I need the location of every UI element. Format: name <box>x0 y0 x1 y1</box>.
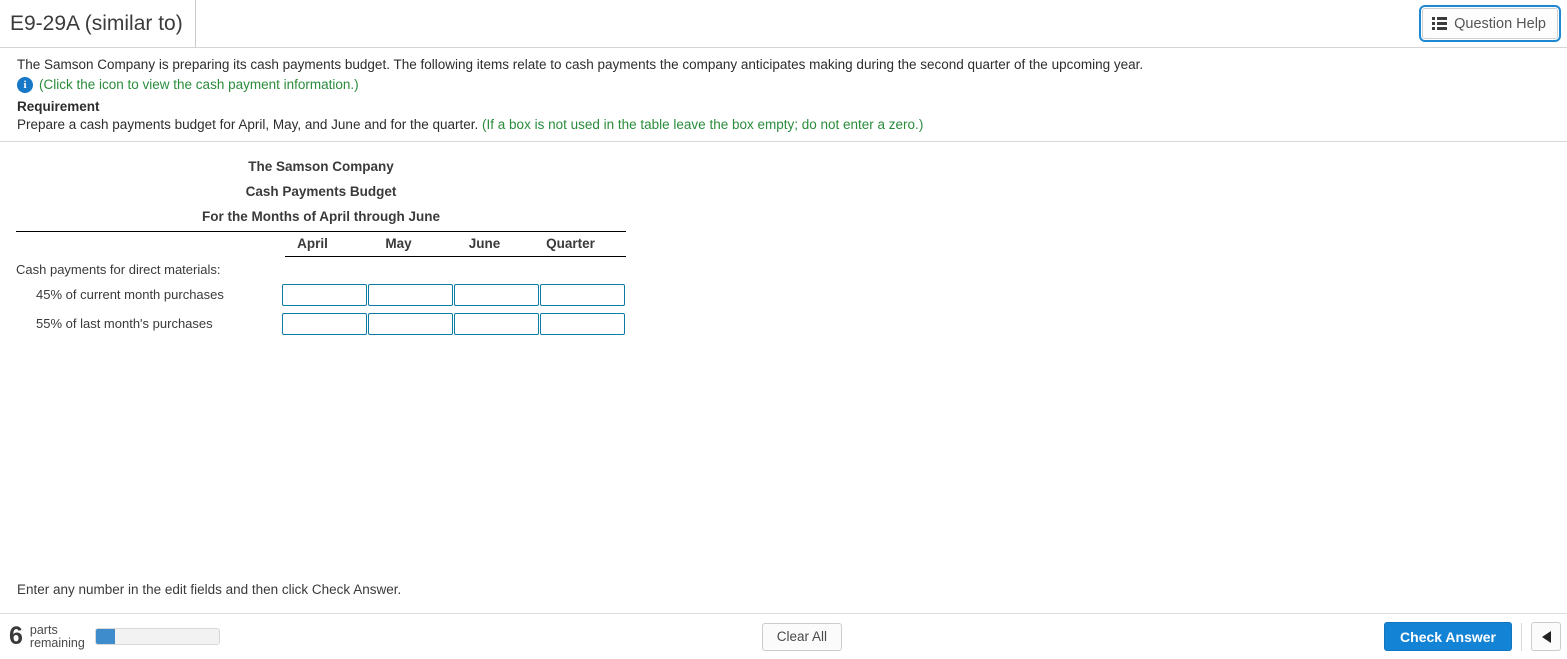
cell-last-quarter <box>540 312 625 335</box>
row-label-current-month: 45% of current month purchases <box>36 287 224 302</box>
parts-remaining-count: 6 <box>9 622 23 650</box>
column-header-april: April <box>297 236 328 251</box>
clear-all-button[interactable]: Clear All <box>761 622 843 651</box>
table-title-line-2: Cash Payments Budget <box>245 184 397 199</box>
parts-label-line-2: remaining <box>29 635 85 650</box>
row-label-last-month: 55% of last month's purchases <box>36 316 213 331</box>
question-help-label: Question Help <box>1454 15 1546 32</box>
footer-center: Clear All <box>220 622 1384 651</box>
column-header-may: May <box>385 236 412 251</box>
question-title-cell: E9-29A (similar to) <box>0 0 196 47</box>
cash-payment-info-link-row: i (Click the icon to view the cash payme… <box>0 76 1567 96</box>
row-cells-current-month <box>282 283 626 306</box>
footer-divider <box>1521 622 1522 651</box>
cash-payment-info-link[interactable]: (Click the icon to view the cash payment… <box>39 76 359 94</box>
requirement-row: Prepare a cash payments budget for April… <box>0 115 1567 133</box>
list-icon <box>1432 17 1448 30</box>
section-label-direct-materials: Cash payments for direct materials: <box>16 262 221 277</box>
question-header: E9-29A (similar to) Question Help <box>0 0 1567 48</box>
cell-last-june <box>454 312 539 335</box>
previous-button[interactable] <box>1531 622 1561 651</box>
input-current-may[interactable] <box>368 283 453 306</box>
info-icon[interactable]: i <box>17 77 33 93</box>
page-title: E9-29A (similar to) <box>10 12 183 35</box>
cell-current-april <box>282 283 367 306</box>
cell-last-may <box>368 312 453 335</box>
table-title-line-3: For the Months of April through June <box>202 209 440 224</box>
table-column-header-row: April May June Quarter <box>16 232 626 256</box>
cell-current-june <box>454 283 539 306</box>
table-title-line-1: The Samson Company <box>248 159 394 174</box>
table-row: 55% of last month's purchases <box>16 311 626 336</box>
input-current-april[interactable] <box>282 283 367 306</box>
requirement-text: Prepare a cash payments budget for April… <box>17 117 479 132</box>
progress-bar <box>94 628 220 645</box>
check-answer-button[interactable]: Check Answer <box>1384 622 1512 651</box>
parts-remaining-label: parts remaining <box>29 622 85 650</box>
cell-current-may <box>368 283 453 306</box>
question-help-container: Question Help <box>1419 0 1567 47</box>
table-row: 45% of current month purchases <box>16 282 626 307</box>
column-header-june: June <box>468 236 501 251</box>
instruction-text: Enter any number in the edit fields and … <box>17 582 402 597</box>
row-cells-last-month <box>282 312 626 335</box>
question-help-button[interactable]: Question Help <box>1419 5 1561 42</box>
input-last-april[interactable] <box>282 312 367 335</box>
parts-label-line-1: parts <box>29 622 58 637</box>
parts-remaining-group: 6 parts remaining <box>0 622 220 650</box>
input-last-quarter[interactable] <box>540 312 625 335</box>
footer-toolbar: 6 parts remaining Clear All Check Answer <box>0 613 1567 659</box>
input-current-quarter[interactable] <box>540 283 625 306</box>
table-section-row: Cash payments for direct materials: <box>16 257 626 282</box>
problem-intro-text: The Samson Company is preparing its cash… <box>17 57 1144 72</box>
footer-right-group: Check Answer <box>1384 622 1567 651</box>
input-last-june[interactable] <box>454 312 539 335</box>
answer-work-area: The Samson Company Cash Payments Budget … <box>0 142 1567 582</box>
cell-current-quarter <box>540 283 625 306</box>
cash-payments-budget-table: The Samson Company Cash Payments Budget … <box>16 154 626 336</box>
progress-bar-fill <box>95 629 116 644</box>
requirement-heading: Requirement <box>17 99 100 114</box>
column-header-quarter: Quarter <box>546 236 595 251</box>
header-spacer <box>196 0 1422 47</box>
problem-statement: The Samson Company is preparing its cash… <box>0 48 1567 142</box>
requirement-hint: (If a box is not used in the table leave… <box>482 117 924 132</box>
cell-last-april <box>282 312 367 335</box>
triangle-left-icon <box>1541 630 1551 643</box>
input-last-may[interactable] <box>368 312 453 335</box>
input-current-june[interactable] <box>454 283 539 306</box>
